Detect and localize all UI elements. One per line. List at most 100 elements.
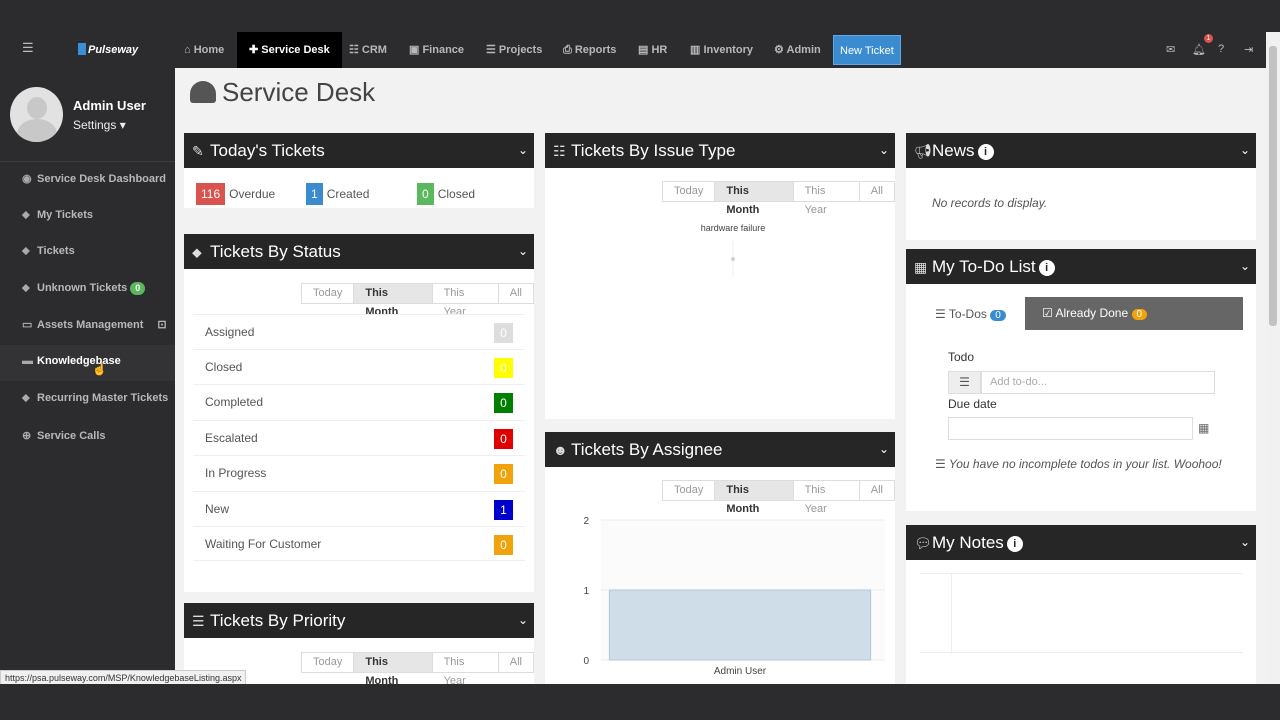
nav-finance[interactable]: ▣ Finance [409, 32, 464, 68]
tag-icon: ⬥ [22, 392, 30, 404]
status-row[interactable]: In Progress 0 [193, 455, 525, 490]
filter-all[interactable]: All [860, 481, 894, 500]
sliders-icon: ☷ [553, 143, 566, 159]
status-row[interactable]: Assigned 0 [193, 314, 525, 349]
notification-badge: 1 [1204, 34, 1213, 43]
calendar-icon[interactable]: ▦ [1198, 421, 1209, 435]
priority-period-filter: Today This Month This Year All [301, 652, 534, 684]
chevron-down-icon[interactable]: ⌄ [1240, 133, 1250, 168]
status-row[interactable]: Completed 0 [193, 384, 525, 419]
issue-type-period-filter: Today This Month This Year All [662, 181, 895, 216]
comments-icon: 💬︎ [914, 535, 932, 551]
question-icon: ⬥ [22, 282, 30, 294]
filter-this-month[interactable]: This Month [715, 182, 794, 216]
filter-this-month[interactable]: This Month [715, 481, 794, 515]
logout-icon[interactable]: ⇥ [1244, 43, 1253, 56]
filter-today[interactable]: Today [302, 284, 355, 303]
panel-header[interactable]: ☷ Tickets By Issue Type ⌄ [545, 133, 895, 168]
panel-header[interactable]: ☰ Tickets By Priority ⌄ [184, 603, 534, 638]
panel-header[interactable]: ☻ Tickets By Assignee ⌄ [545, 432, 895, 467]
panel-header[interactable]: ▦ My To-Do List i ⌄ [906, 249, 1256, 284]
tab-already-done[interactable]: ☑ Already Done 0 [1025, 297, 1243, 330]
filter-this-year[interactable]: This Year [433, 284, 499, 318]
panel-header[interactable]: ✎ Today's Tickets ⌄ [184, 133, 534, 168]
nav-home[interactable]: ⌂ Home [184, 32, 224, 68]
tab-todos[interactable]: ☰ To-Dos 0 [935, 307, 1006, 321]
info-icon[interactable]: i [1038, 260, 1055, 276]
filter-today[interactable]: Today [302, 653, 355, 672]
status-row[interactable]: New 1 [193, 491, 525, 526]
notes-area[interactable] [920, 573, 1243, 654]
filter-this-month[interactable]: This Month [354, 284, 433, 318]
chevron-down-icon[interactable]: ⌄ [518, 133, 528, 168]
status-row[interactable]: Waiting For Customer 0 [193, 526, 525, 561]
filter-this-year[interactable]: This Year [794, 481, 860, 515]
bell-icon[interactable]: 🔔︎ [1192, 43, 1206, 56]
panel-header[interactable]: 📢︎News i ⌄ [906, 133, 1256, 168]
settings-dropdown[interactable]: Settings ▾ [73, 118, 126, 132]
status-period-filter: Today This Month This Year All [301, 283, 534, 318]
sidebar-item-service-desk-dashboard[interactable]: ◉ Service Desk Dashboard [22, 172, 166, 185]
panel-header[interactable]: ⬥ Tickets By Status ⌄ [184, 234, 534, 269]
status-count: 0 [494, 393, 513, 413]
help-icon[interactable]: ? [1218, 43, 1224, 55]
laptop-icon: ▭ [22, 319, 33, 331]
chevron-down-icon[interactable]: ⌄ [879, 133, 889, 168]
chevron-down-icon[interactable]: ⌄ [1240, 525, 1250, 560]
filter-all[interactable]: All [860, 182, 894, 201]
sidebar-item-tickets[interactable]: ⬥ Tickets [22, 245, 75, 258]
overdue-stat[interactable]: 116 Overdue [196, 183, 275, 205]
sidebar-item-assets-management[interactable]: ▭ Assets Management ⊡ [22, 318, 167, 331]
filter-today[interactable]: Today [663, 182, 716, 201]
nav-hr[interactable]: ▤ HR [638, 32, 667, 68]
pulseway-logo[interactable]: Pulseway [78, 43, 138, 56]
filter-this-year[interactable]: This Year [794, 182, 860, 216]
assignee-bar-chart: 0 1 2 Admin User [583, 516, 885, 677]
filter-this-month[interactable]: This Month [354, 653, 433, 684]
sidebar-item-service-calls[interactable]: ⊕ Service Calls [22, 429, 106, 442]
tags-icon: ⬥ [192, 244, 202, 260]
chevron-down-icon[interactable]: ⌄ [518, 234, 528, 269]
filter-all[interactable]: All [499, 284, 533, 303]
tickets-by-assignee-panel: ☻ Tickets By Assignee ⌄ Today This Month T… [545, 432, 895, 684]
filter-all[interactable]: All [499, 653, 533, 672]
closed-stat[interactable]: 0 Closed [417, 183, 475, 205]
chevron-down-icon[interactable]: ⌄ [1240, 249, 1250, 284]
tag-icon: ⬥ [22, 245, 30, 257]
status-row[interactable]: Closed 0 [193, 349, 525, 384]
nav-projects[interactable]: ☰ Projects [486, 32, 542, 68]
page-scrollbar[interactable] [1266, 32, 1280, 684]
created-stat[interactable]: 1 Created [306, 183, 369, 205]
info-icon[interactable]: i [977, 144, 994, 160]
sidebar-item-my-tickets[interactable]: ⬥ My Tickets [22, 209, 93, 222]
panel-header[interactable]: 💬︎My Notes i ⌄ [906, 525, 1256, 560]
expand-icon[interactable]: ⊡ [157, 319, 166, 331]
avatar[interactable] [10, 87, 63, 142]
mail-icon[interactable]: ✉ [1166, 43, 1175, 56]
slice-label: hardware failure [701, 223, 766, 233]
news-panel: 📢︎News i ⌄ No records to display. [906, 133, 1256, 240]
todays-tickets-panel: ✎ Today's Tickets ⌄ 116 Overdue 1 Created 0C… [184, 133, 534, 208]
sidebar: Admin User Settings ▾ ◉ Service Desk Dash… [0, 68, 175, 684]
chevron-down-icon[interactable]: ⌄ [518, 603, 528, 638]
due-date-input[interactable] [948, 417, 1193, 440]
sidebar-item-unknown-tickets[interactable]: ⬥ Unknown Tickets 0 [22, 282, 146, 295]
filter-today[interactable]: Today [663, 481, 716, 500]
filter-this-year[interactable]: This Year [433, 653, 499, 684]
nav-admin[interactable]: ⚙ Admin [774, 32, 821, 68]
status-count: 0 [494, 535, 513, 555]
nav-inventory[interactable]: ▥ Inventory [690, 32, 753, 68]
sidebar-item-recurring-master-tickets[interactable]: ⬥ Recurring Master Tickets [22, 392, 168, 405]
info-icon[interactable]: i [1006, 536, 1023, 552]
caret-down-icon: ▾ [119, 118, 126, 132]
chevron-down-icon[interactable]: ⌄ [879, 432, 889, 467]
todo-input[interactable]: Add to-do... [981, 371, 1215, 394]
nav-service-desk[interactable]: ✚ Service Desk [237, 32, 342, 68]
nav-reports[interactable]: ⎙ Reports [563, 32, 616, 68]
tickets-by-issue-type-panel: ☷ Tickets By Issue Type ⌄ Today This Month… [545, 133, 895, 419]
list-icon: ☰ [948, 371, 981, 394]
status-row[interactable]: Escalated 0 [193, 420, 525, 455]
new-ticket-button[interactable]: New Ticket [833, 35, 901, 65]
nav-crm[interactable]: ☷ CRM [349, 32, 387, 68]
menu-icon[interactable]: ☰ [22, 40, 36, 60]
